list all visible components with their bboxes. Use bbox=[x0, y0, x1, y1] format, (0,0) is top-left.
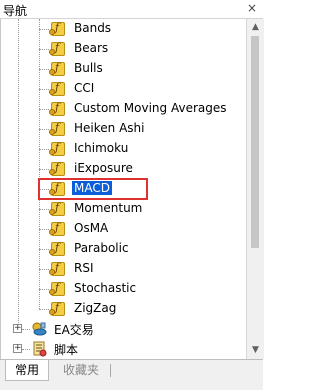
indicator-icon bbox=[49, 61, 65, 76]
tree-node-scripts[interactable]: + 脚本 bbox=[1, 339, 247, 359]
panel-title: 导航 bbox=[3, 4, 28, 18]
indicator-item-macd[interactable]: MACD bbox=[1, 178, 247, 200]
indicator-item-custom-moving-averages[interactable]: Custom Moving Averages bbox=[1, 99, 247, 119]
indicator-label: Bulls bbox=[74, 61, 103, 75]
indicator-item-iexposure[interactable]: iExposure bbox=[1, 159, 247, 179]
indicator-icon bbox=[49, 301, 65, 316]
indicator-icon bbox=[49, 241, 65, 256]
expert-advisor-icon bbox=[31, 321, 47, 337]
tab-favorites[interactable]: 收藏夹 bbox=[52, 360, 110, 381]
indicator-label: Heiken Ashi bbox=[74, 121, 145, 135]
indicator-item-parabolic[interactable]: Parabolic bbox=[1, 239, 247, 259]
indicator-item-stochastic[interactable]: Stochastic bbox=[1, 279, 247, 299]
navigator-tabs: 常用 收藏夹 bbox=[0, 359, 263, 390]
indicator-icon bbox=[49, 81, 65, 96]
indicator-label: Parabolic bbox=[74, 241, 129, 255]
navigator-titlebar: 导航 × bbox=[0, 0, 263, 19]
tab-common[interactable]: 常用 bbox=[5, 360, 49, 381]
vertical-scrollbar[interactable]: ▲ ▼ bbox=[246, 19, 264, 359]
selection-highlight-box bbox=[38, 178, 148, 200]
scroll-up-icon[interactable]: ▲ bbox=[247, 19, 264, 36]
indicator-item-cci[interactable]: CCI bbox=[1, 79, 247, 99]
close-icon[interactable]: × bbox=[247, 1, 257, 15]
indicator-label: CCI bbox=[74, 81, 95, 95]
indicator-label: iExposure bbox=[74, 161, 133, 175]
indicator-item-heiken-ashi[interactable]: Heiken Ashi bbox=[1, 119, 247, 139]
indicator-label: Bands bbox=[74, 21, 112, 35]
scrollbar-thumb[interactable] bbox=[251, 36, 259, 248]
indicator-label: OsMA bbox=[74, 221, 109, 235]
scroll-down-icon[interactable]: ▼ bbox=[247, 342, 264, 359]
expand-icon[interactable]: + bbox=[13, 324, 22, 333]
indicator-icon bbox=[49, 41, 65, 56]
indicator-icon bbox=[49, 261, 65, 276]
indicator-icon bbox=[49, 221, 65, 236]
indicator-label: Stochastic bbox=[74, 281, 137, 295]
indicator-icon bbox=[49, 101, 65, 116]
script-icon bbox=[31, 341, 47, 357]
indicator-label: RSI bbox=[74, 261, 94, 275]
indicator-icon bbox=[49, 161, 65, 176]
tree-node-label: 脚本 bbox=[54, 343, 79, 357]
indicator-icon bbox=[49, 201, 65, 216]
indicator-item-bulls[interactable]: Bulls bbox=[1, 59, 247, 79]
indicator-label: Momentum bbox=[74, 201, 143, 215]
indicator-label: ZigZag bbox=[74, 301, 117, 315]
indicator-item-ichimoku[interactable]: Ichimoku bbox=[1, 139, 247, 159]
indicator-label: Custom Moving Averages bbox=[74, 101, 227, 115]
indicator-item-osma[interactable]: OsMA bbox=[1, 219, 247, 239]
navigator-tree: Bands Bears Bulls CCI Custom Moving Aver… bbox=[0, 19, 247, 359]
indicator-item-zigzag[interactable]: ZigZag bbox=[1, 299, 247, 319]
indicator-icon bbox=[49, 281, 65, 296]
indicator-icon bbox=[49, 141, 65, 156]
indicator-item-momentum[interactable]: Momentum bbox=[1, 199, 247, 219]
indicator-label: Ichimoku bbox=[74, 141, 129, 155]
indicator-item-bears[interactable]: Bears bbox=[1, 39, 247, 59]
indicator-icon bbox=[49, 21, 65, 36]
tree-node-expert-advisors[interactable]: + EA交易 bbox=[1, 319, 247, 339]
indicator-item-rsi[interactable]: RSI bbox=[1, 259, 247, 279]
indicator-item-bands[interactable]: Bands bbox=[1, 19, 247, 39]
expand-icon[interactable]: + bbox=[13, 344, 22, 353]
indicator-icon bbox=[49, 121, 65, 136]
tab-divider bbox=[110, 364, 111, 377]
indicator-label: Bears bbox=[74, 41, 109, 55]
tree-node-label: EA交易 bbox=[54, 323, 94, 337]
